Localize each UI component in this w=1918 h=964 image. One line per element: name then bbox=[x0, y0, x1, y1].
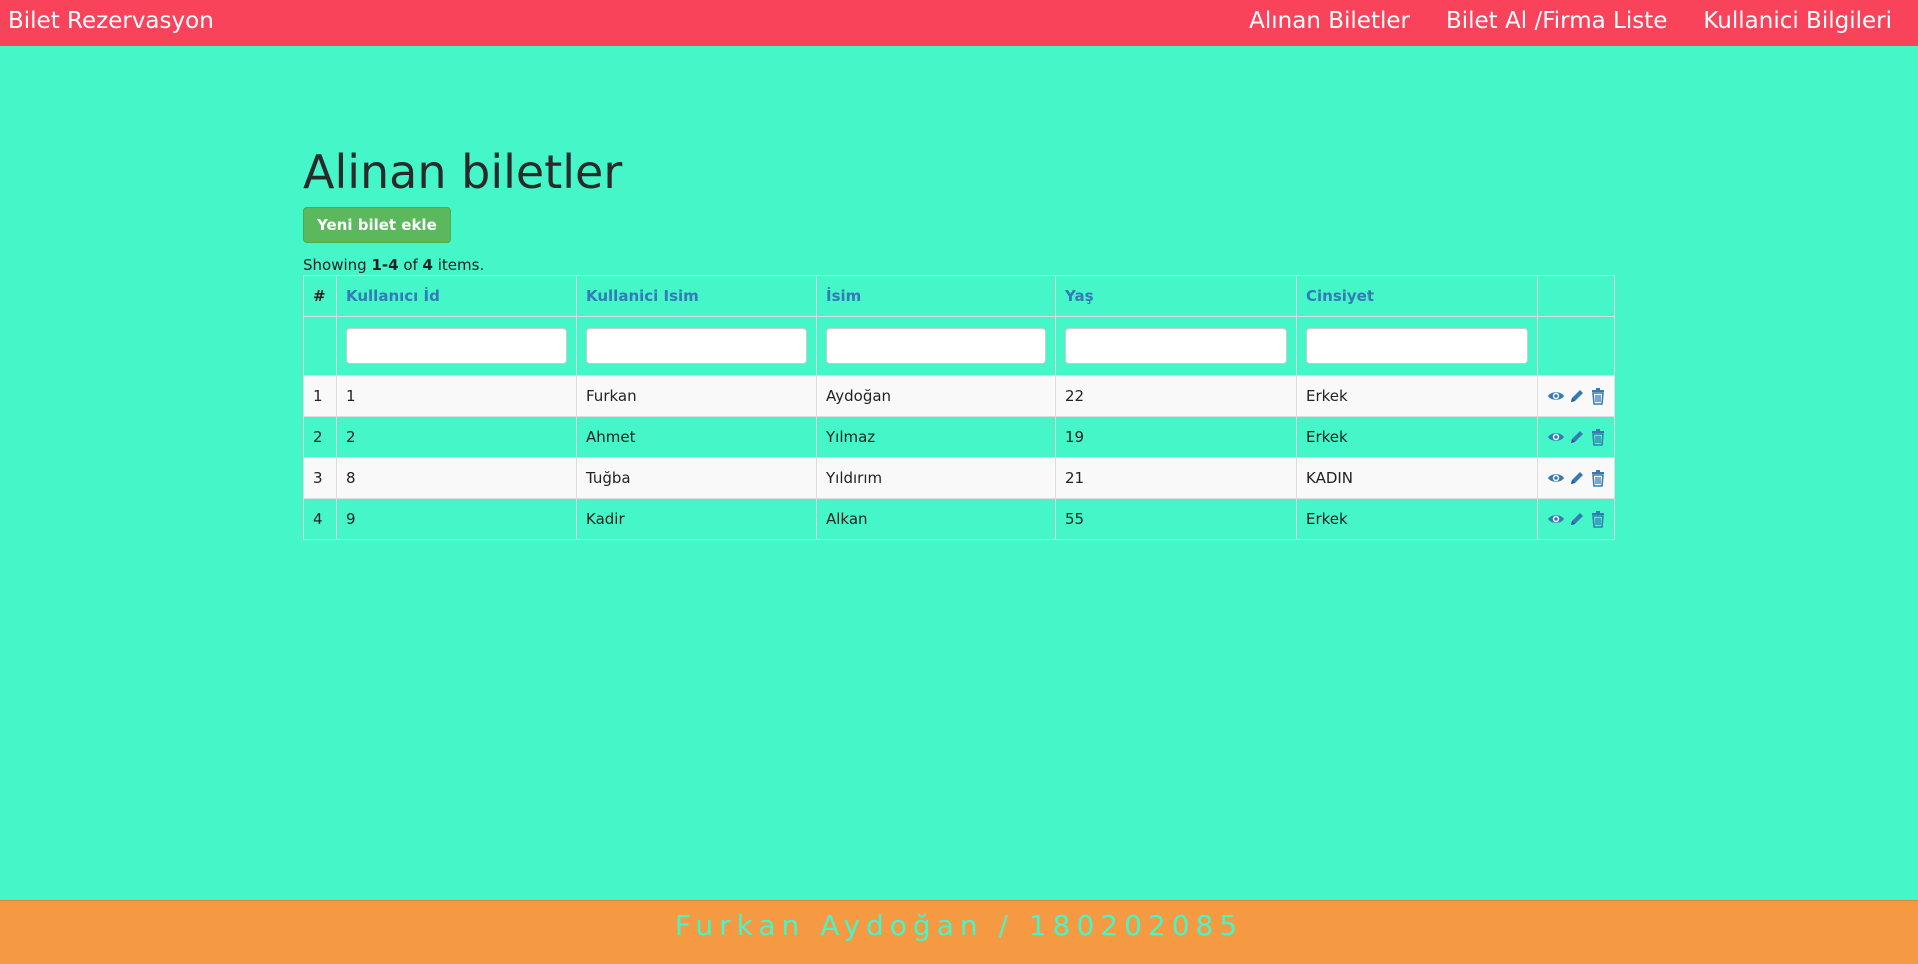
main-content: Alinan biletler Yeni bilet ekle Showing … bbox=[303, 140, 1615, 540]
trash-icon[interactable] bbox=[1589, 387, 1607, 405]
sort-link-kullanici-id[interactable]: Kullanıcı İd bbox=[346, 287, 440, 305]
pencil-icon[interactable] bbox=[1568, 428, 1586, 446]
cell-number: 3 bbox=[303, 457, 337, 499]
cell-yas: 19 bbox=[1055, 416, 1297, 458]
nav-links: Alınan Biletler Bilet Al /Firma Liste Ku… bbox=[1249, 8, 1892, 34]
summary-range: 1-4 bbox=[371, 256, 399, 274]
filter-kullanici-id-input[interactable] bbox=[346, 328, 567, 364]
pencil-icon[interactable] bbox=[1568, 510, 1586, 528]
pencil-icon[interactable] bbox=[1568, 469, 1586, 487]
cell-yas: 22 bbox=[1055, 375, 1297, 417]
summary-middle: of bbox=[398, 256, 423, 274]
cell-isim: Yıldırım bbox=[816, 457, 1056, 499]
top-navbar: Bilet Rezervasyon Alınan Biletler Bilet … bbox=[0, 0, 1918, 46]
cell-isim: Aydoğan bbox=[816, 375, 1056, 417]
eye-icon[interactable] bbox=[1547, 510, 1565, 528]
cell-kullanici-id: 2 bbox=[336, 416, 577, 458]
nav-link-bilet-al-firma-liste[interactable]: Bilet Al /Firma Liste bbox=[1446, 8, 1667, 34]
column-header-isim: İsim bbox=[816, 275, 1056, 317]
cell-kullanici-id: 8 bbox=[336, 457, 577, 499]
cell-kullanici-id: 1 bbox=[336, 375, 577, 417]
add-ticket-button[interactable]: Yeni bilet ekle bbox=[303, 207, 451, 243]
filter-cinsiyet-input[interactable] bbox=[1306, 328, 1528, 364]
filter-cell bbox=[336, 316, 577, 376]
nav-link-kullanici-bilgileri[interactable]: Kullanici Bilgileri bbox=[1703, 8, 1892, 34]
cell-actions bbox=[1537, 375, 1615, 417]
grid-summary: Showing 1-4 of 4 items. bbox=[303, 256, 1614, 275]
cell-actions bbox=[1537, 457, 1615, 499]
cell-actions bbox=[1537, 416, 1615, 458]
cell-actions bbox=[1537, 498, 1615, 540]
sort-link-yas[interactable]: Yaş bbox=[1065, 287, 1094, 305]
cell-kullanici-isim: Furkan bbox=[576, 375, 817, 417]
cell-isim: Alkan bbox=[816, 498, 1056, 540]
cell-kullanici-isim: Tuğba bbox=[576, 457, 817, 499]
table-row: 1 1 Furkan Aydoğan 22 Erkek bbox=[303, 375, 1615, 417]
column-header-kullanici-isim: Kullanici Isim bbox=[576, 275, 817, 317]
footer-text: Furkan Aydoğan / 180202085 bbox=[674, 909, 1244, 942]
column-header-actions bbox=[1537, 275, 1615, 317]
eye-icon[interactable] bbox=[1547, 469, 1565, 487]
trash-icon[interactable] bbox=[1589, 428, 1607, 446]
table-row: 4 9 Kadir Alkan 55 Erkek bbox=[303, 498, 1615, 540]
table-row: 3 8 Tuğba Yıldırım 21 KADIN bbox=[303, 457, 1615, 499]
cell-cinsiyet: KADIN bbox=[1296, 457, 1538, 499]
cell-number: 4 bbox=[303, 498, 337, 540]
brand-link[interactable]: Bilet Rezervasyon bbox=[8, 8, 214, 34]
tickets-table: # Kullanıcı İd Kullanici Isim İsim Yaş C… bbox=[303, 275, 1615, 540]
filter-cell bbox=[1055, 316, 1297, 376]
filter-cell-empty bbox=[1537, 316, 1615, 376]
cell-cinsiyet: Erkek bbox=[1296, 375, 1538, 417]
table-header-row: # Kullanıcı İd Kullanici Isim İsim Yaş C… bbox=[303, 275, 1615, 317]
filter-cell bbox=[816, 316, 1056, 376]
cell-cinsiyet: Erkek bbox=[1296, 416, 1538, 458]
table-row: 2 2 Ahmet Yılmaz 19 Erkek bbox=[303, 416, 1615, 458]
cell-isim: Yılmaz bbox=[816, 416, 1056, 458]
page-footer: Furkan Aydoğan / 180202085 bbox=[0, 900, 1918, 964]
cell-number: 1 bbox=[303, 375, 337, 417]
table-body: 1 1 Furkan Aydoğan 22 Erkek 2 2 Ahmet Yı… bbox=[303, 375, 1615, 540]
column-header-number: # bbox=[303, 275, 337, 317]
column-header-cinsiyet: Cinsiyet bbox=[1296, 275, 1538, 317]
trash-icon[interactable] bbox=[1589, 510, 1607, 528]
filter-cell bbox=[1296, 316, 1538, 376]
eye-icon[interactable] bbox=[1547, 428, 1565, 446]
filter-cell bbox=[576, 316, 817, 376]
pencil-icon[interactable] bbox=[1568, 387, 1586, 405]
nav-link-alinan-biletler[interactable]: Alınan Biletler bbox=[1249, 8, 1410, 34]
trash-icon[interactable] bbox=[1589, 469, 1607, 487]
summary-total: 4 bbox=[422, 256, 433, 274]
filter-cell-empty bbox=[303, 316, 337, 376]
cell-yas: 21 bbox=[1055, 457, 1297, 499]
column-header-kullanici-id: Kullanıcı İd bbox=[336, 275, 577, 317]
sort-link-isim[interactable]: İsim bbox=[826, 287, 861, 305]
summary-suffix: items. bbox=[432, 256, 485, 274]
cell-kullanici-isim: Ahmet bbox=[576, 416, 817, 458]
cell-cinsiyet: Erkek bbox=[1296, 498, 1538, 540]
page-title: Alinan biletler bbox=[303, 145, 623, 199]
filter-kullanici-isim-input[interactable] bbox=[586, 328, 807, 364]
eye-icon[interactable] bbox=[1547, 387, 1565, 405]
filter-row bbox=[303, 316, 1615, 376]
filter-yas-input[interactable] bbox=[1065, 328, 1287, 364]
cell-yas: 55 bbox=[1055, 498, 1297, 540]
filter-isim-input[interactable] bbox=[826, 328, 1046, 364]
cell-number: 2 bbox=[303, 416, 337, 458]
cell-kullanici-isim: Kadir bbox=[576, 498, 817, 540]
sort-link-cinsiyet[interactable]: Cinsiyet bbox=[1306, 287, 1374, 305]
sort-link-kullanici-isim[interactable]: Kullanici Isim bbox=[586, 287, 699, 305]
cell-kullanici-id: 9 bbox=[336, 498, 577, 540]
summary-prefix: Showing bbox=[303, 256, 372, 274]
column-header-yas: Yaş bbox=[1055, 275, 1297, 317]
